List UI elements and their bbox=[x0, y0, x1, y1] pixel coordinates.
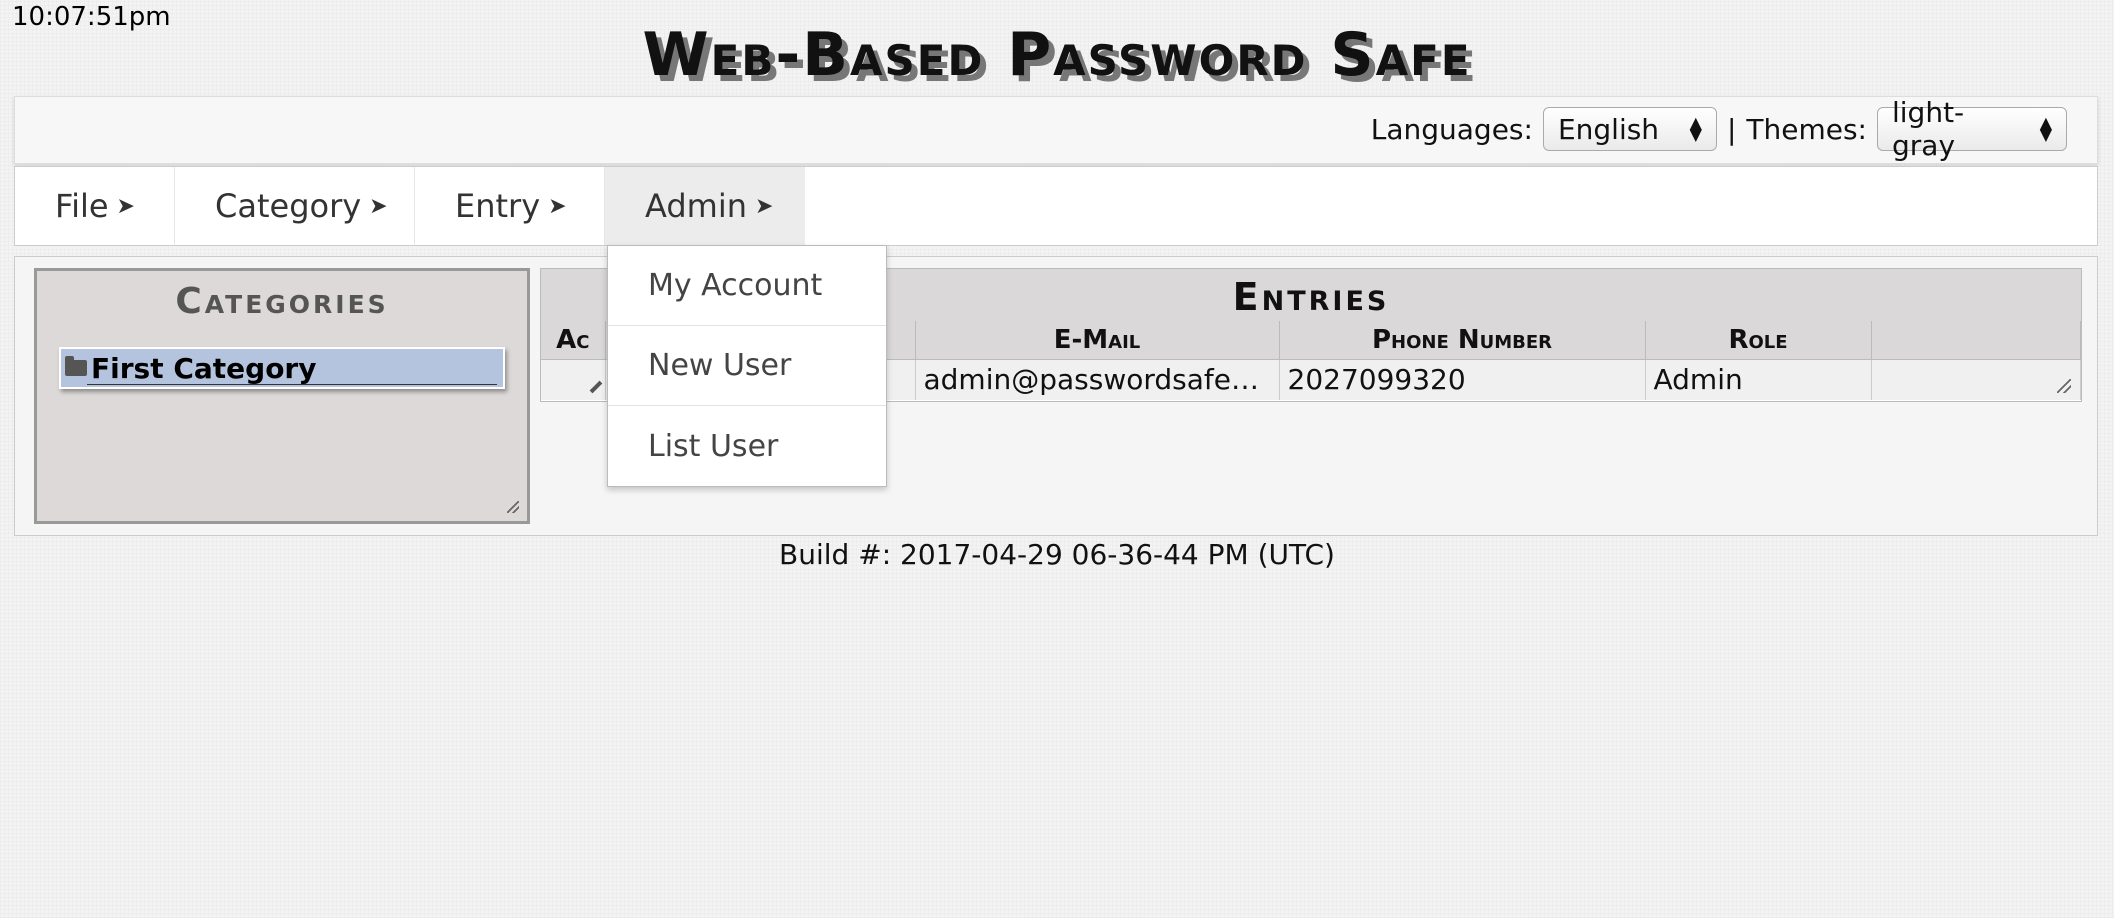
pencil-icon[interactable] bbox=[589, 380, 603, 394]
column-header-email[interactable]: E-Mail bbox=[915, 321, 1280, 360]
category-item[interactable]: First Category bbox=[59, 347, 505, 389]
app-title: Web-Based Password Safe bbox=[642, 20, 1472, 90]
cell-role: Admin bbox=[1645, 359, 1872, 400]
cell-phone: 2027099320 bbox=[1279, 359, 1646, 400]
admin-dropdown-menu: My Account New User List User bbox=[607, 245, 887, 487]
menu-bar: File ➤ Category ➤ Entry ➤ Admin ➤ bbox=[14, 166, 2098, 246]
menu-entry[interactable]: Entry ➤ bbox=[415, 167, 605, 245]
categories-title: Categories bbox=[175, 281, 389, 322]
category-underline bbox=[87, 384, 497, 385]
select-arrows-icon: ▲ ▼ bbox=[1689, 113, 1702, 144]
chevron-right-icon: ➤ bbox=[548, 193, 567, 219]
language-select[interactable]: English ▲ ▼ bbox=[1542, 107, 1717, 151]
cell-blank bbox=[1871, 359, 2081, 400]
toolbar-separator: | bbox=[1726, 112, 1737, 146]
chevron-right-icon: ➤ bbox=[369, 193, 388, 219]
category-item-label: First Category bbox=[91, 351, 317, 385]
column-header-blank bbox=[1871, 321, 2081, 360]
toolbar-settings: Languages: English ▲ ▼ | Themes: light-gr… bbox=[1370, 96, 2067, 162]
categories-panel: Categories First Category bbox=[34, 268, 530, 524]
toolbar: Languages: English ▲ ▼ | Themes: light-gr… bbox=[14, 96, 2098, 164]
menu-category-label: Category bbox=[215, 187, 362, 225]
select-arrows-icon: ▲ ▼ bbox=[2039, 113, 2052, 144]
column-header-phone[interactable]: Phone Number bbox=[1279, 321, 1646, 360]
menu-file[interactable]: File ➤ bbox=[15, 167, 175, 245]
column-header-actions[interactable]: Ac bbox=[541, 321, 606, 360]
themes-label: Themes: bbox=[1746, 112, 1867, 146]
resize-handle-icon[interactable] bbox=[2057, 379, 2071, 393]
theme-select[interactable]: light-gray ▲ ▼ bbox=[1877, 96, 2067, 162]
theme-select-value: light-gray bbox=[1892, 96, 1965, 162]
language-select-value: English bbox=[1557, 112, 1660, 146]
menu-category[interactable]: Category ➤ bbox=[175, 167, 415, 245]
menu-item-my-account[interactable]: My Account bbox=[608, 246, 886, 326]
cell-email: admin@passwordsafeweb… bbox=[915, 359, 1280, 400]
resize-handle-icon[interactable] bbox=[507, 501, 519, 513]
edit-cell[interactable] bbox=[541, 359, 606, 400]
column-header-role[interactable]: Role bbox=[1645, 321, 1872, 360]
menu-admin[interactable]: Admin ➤ bbox=[605, 167, 805, 245]
chevron-right-icon: ➤ bbox=[116, 193, 135, 219]
menu-admin-label: Admin bbox=[645, 187, 747, 225]
languages-label: Languages: bbox=[1370, 112, 1533, 146]
menu-item-list-user[interactable]: List User bbox=[608, 406, 886, 486]
folder-open-icon bbox=[65, 356, 87, 376]
menu-file-label: File bbox=[55, 187, 109, 225]
menu-item-new-user[interactable]: New User bbox=[608, 326, 886, 406]
menu-entry-label: Entry bbox=[455, 187, 541, 225]
build-info: Build #: 2017-04-29 06-36-44 PM (UTC) bbox=[779, 538, 1335, 571]
chevron-right-icon: ➤ bbox=[754, 193, 774, 219]
